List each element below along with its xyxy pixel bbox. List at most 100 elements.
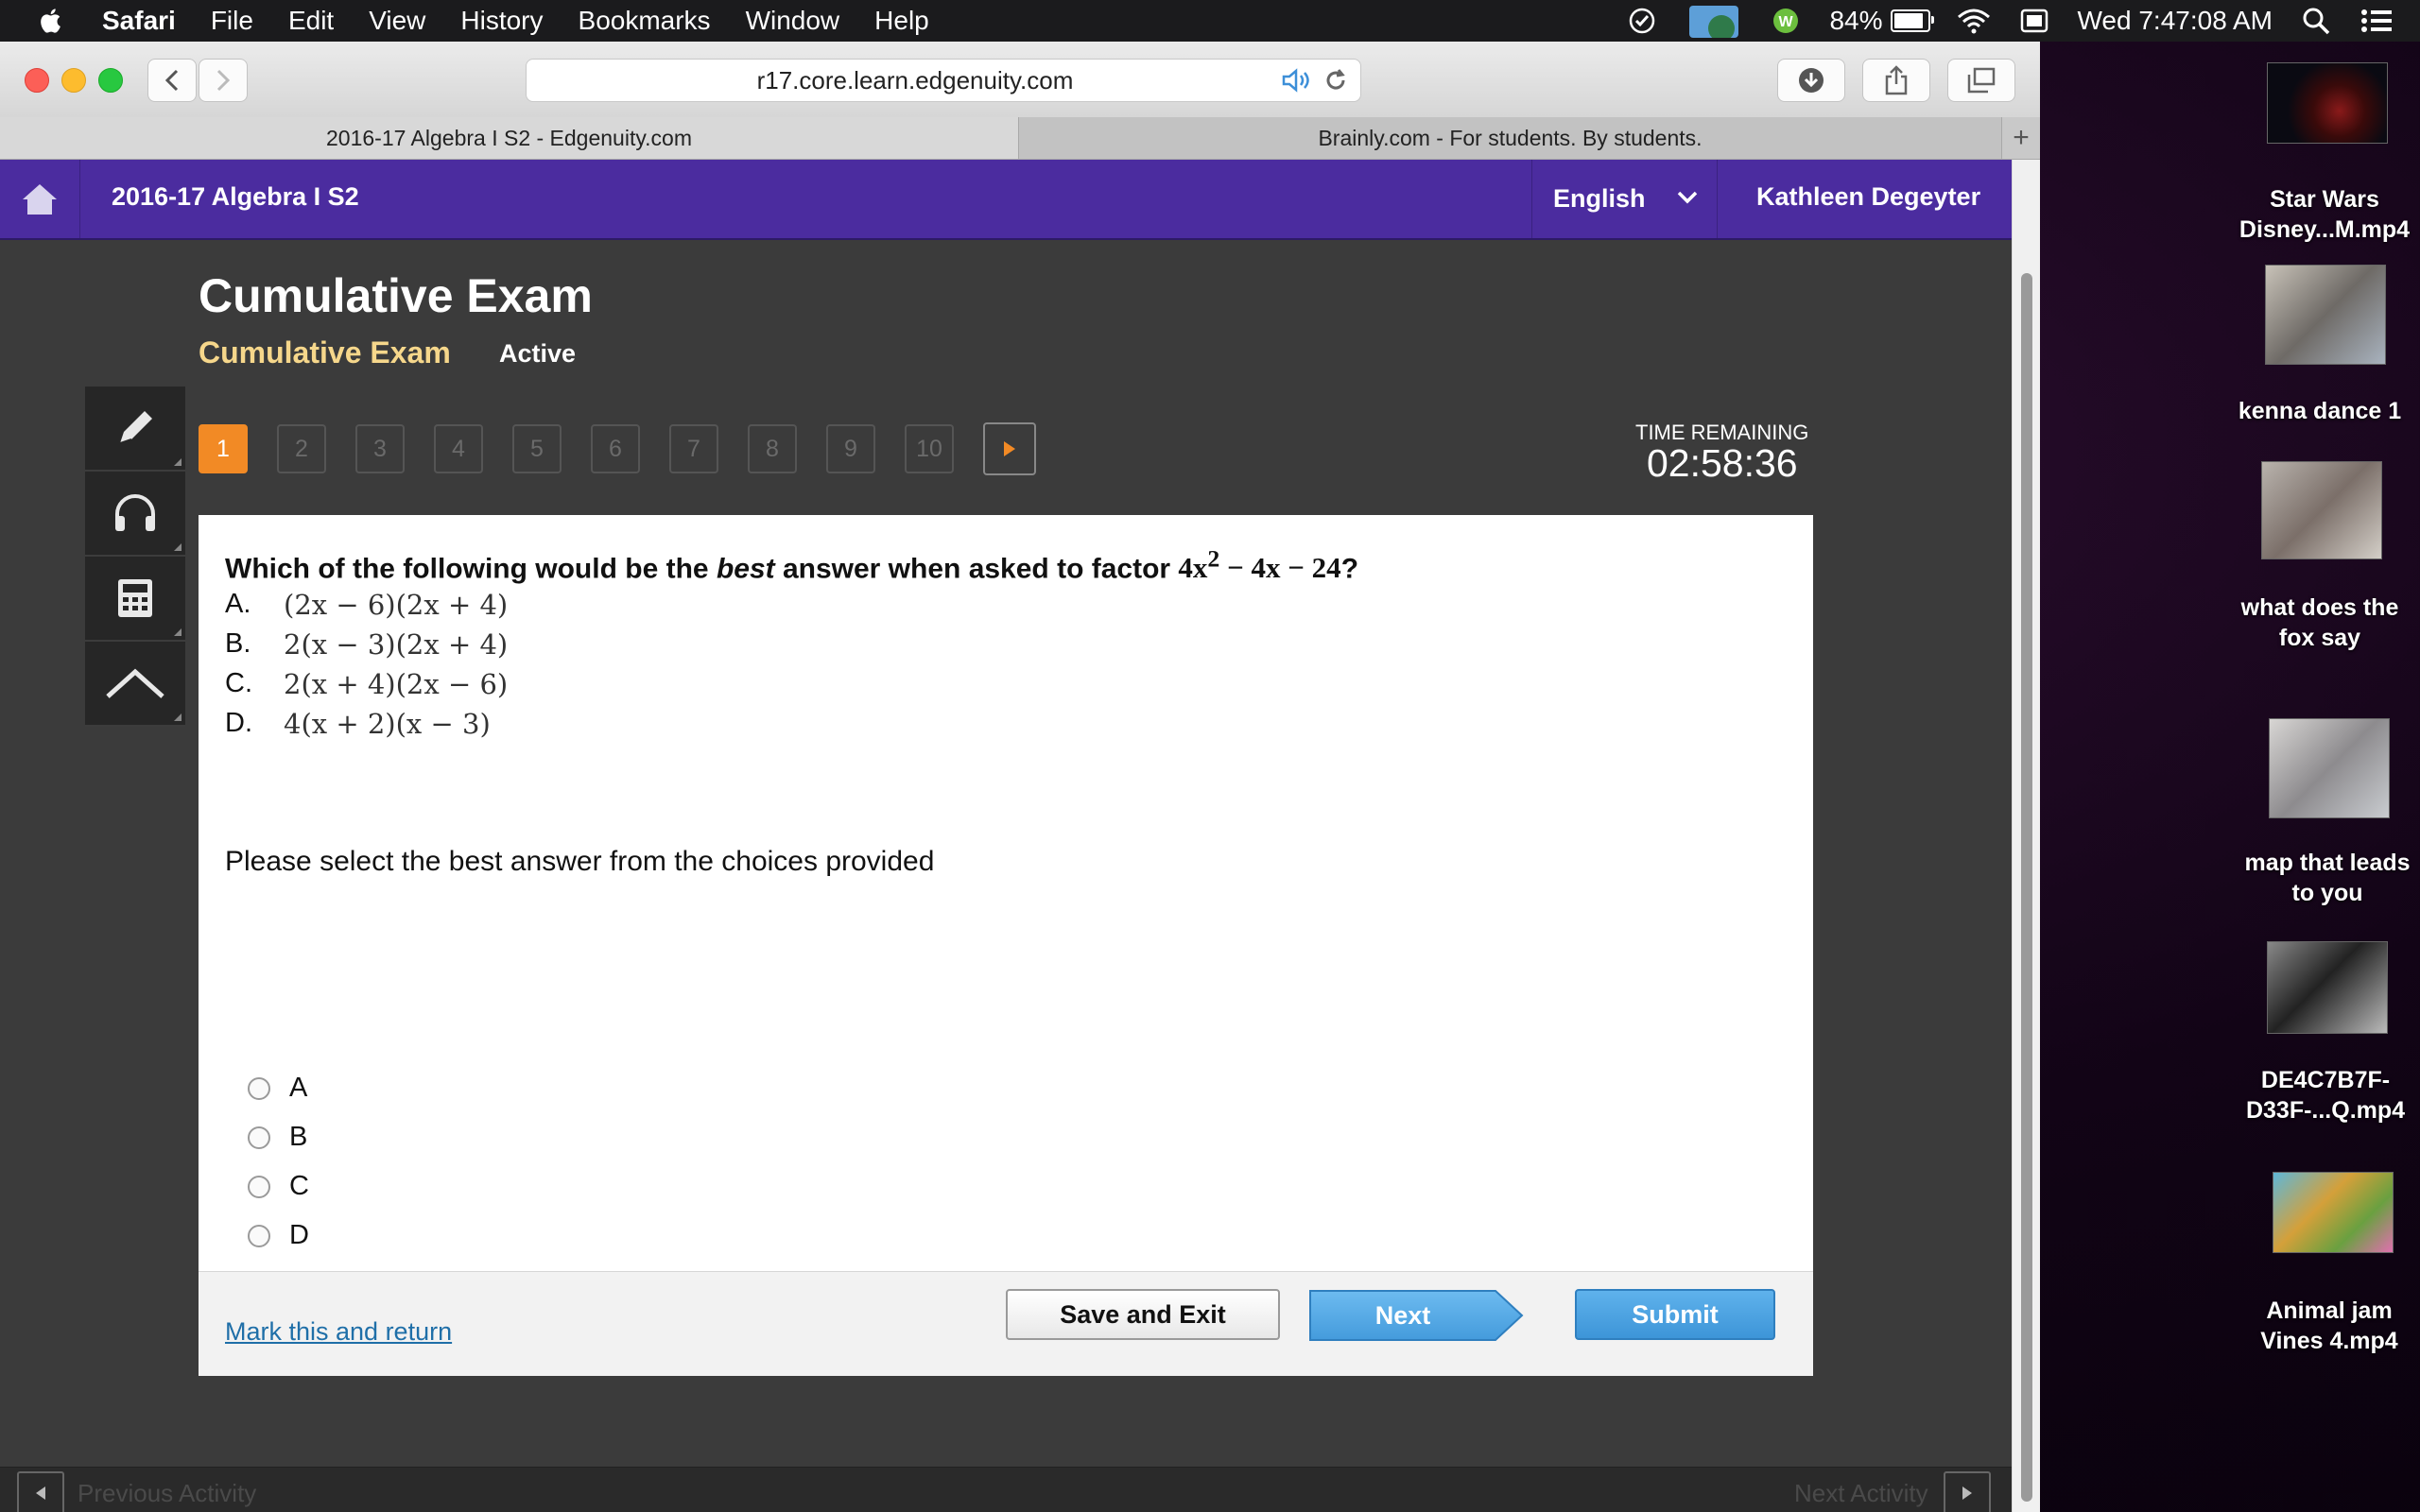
radio-d[interactable] bbox=[248, 1224, 270, 1247]
question-10-button[interactable]: 10 bbox=[905, 424, 954, 473]
desktop-file-fox-say[interactable]: what does the fox say bbox=[2225, 593, 2414, 653]
previous-activity-label[interactable]: Previous Activity bbox=[78, 1479, 256, 1508]
checkmark-status-icon[interactable] bbox=[1625, 8, 1659, 34]
next-questions-button[interactable] bbox=[983, 422, 1036, 475]
question-7-button[interactable]: 7 bbox=[669, 424, 718, 473]
user-name[interactable]: Kathleen Degeyter bbox=[1756, 182, 1980, 212]
desktop-file-thumbnail[interactable] bbox=[2273, 1172, 2394, 1253]
desktop-file-thumbnail[interactable] bbox=[2261, 461, 2382, 559]
desktop-file-map-that-leads[interactable]: map that leads to you bbox=[2233, 848, 2420, 908]
battery-icon[interactable] bbox=[1890, 9, 1934, 32]
desktop-file-thumbnail[interactable] bbox=[2267, 62, 2388, 144]
menu-app-name[interactable]: Safari bbox=[102, 6, 176, 36]
option-label[interactable]: B bbox=[289, 1122, 307, 1153]
desktop-file-kenna-dance[interactable]: kenna dance 1 bbox=[2225, 396, 2414, 426]
scrollbar-thumb[interactable] bbox=[2021, 273, 2032, 1502]
option-b[interactable]: B bbox=[229, 1122, 307, 1153]
menu-history[interactable]: History bbox=[460, 6, 543, 36]
w-app-icon[interactable]: W bbox=[1769, 8, 1803, 34]
next-activity-label[interactable]: Next Activity bbox=[1794, 1479, 1928, 1508]
notification-center-icon[interactable] bbox=[2360, 8, 2394, 34]
next-button[interactable]: Next bbox=[1308, 1289, 1526, 1342]
wifi-icon[interactable] bbox=[1957, 8, 1991, 34]
question-4-button[interactable]: 4 bbox=[434, 424, 483, 473]
menubar-clock[interactable]: Wed 7:47:08 AM bbox=[2078, 6, 2273, 36]
new-tab-button[interactable]: + bbox=[2002, 117, 2040, 159]
save-and-exit-button[interactable]: Save and Exit bbox=[1006, 1289, 1280, 1340]
calculator-tool-button[interactable] bbox=[85, 557, 185, 642]
zoom-window-button[interactable] bbox=[98, 68, 123, 93]
radio-b[interactable] bbox=[248, 1125, 270, 1149]
option-a[interactable]: A bbox=[229, 1073, 307, 1104]
option-label[interactable]: A bbox=[289, 1073, 307, 1104]
question-8-button[interactable]: 8 bbox=[748, 424, 797, 473]
option-d[interactable]: D bbox=[229, 1220, 309, 1251]
radio-c[interactable] bbox=[248, 1175, 270, 1198]
triangle-left-icon bbox=[36, 1486, 45, 1500]
next-activity-button[interactable] bbox=[1944, 1471, 1991, 1512]
submit-button[interactable]: Submit bbox=[1575, 1289, 1775, 1340]
question-5-button[interactable]: 5 bbox=[512, 424, 562, 473]
question-1-button[interactable]: 1 bbox=[199, 424, 248, 473]
menu-file[interactable]: File bbox=[211, 6, 253, 36]
chevron-left-icon bbox=[164, 69, 179, 92]
choice-letter: D. bbox=[225, 708, 252, 738]
question-9-button[interactable]: 9 bbox=[826, 424, 875, 473]
apple-icon[interactable] bbox=[38, 7, 66, 35]
home-button[interactable] bbox=[0, 160, 80, 238]
back-button[interactable] bbox=[147, 59, 197, 102]
question-6-button[interactable]: 6 bbox=[591, 424, 640, 473]
minimize-window-button[interactable] bbox=[61, 68, 86, 93]
page-scrollbar[interactable] bbox=[2012, 160, 2040, 1512]
menu-window[interactable]: Window bbox=[746, 6, 840, 36]
tab-brainly[interactable]: Brainly.com - For students. By students. bbox=[1019, 117, 2002, 159]
answer-prompt: Please select the best answer from the c… bbox=[225, 846, 935, 877]
audio-tool-button[interactable] bbox=[85, 472, 185, 557]
tab-edgenuity[interactable]: 2016-17 Algebra I S2 - Edgenuity.com bbox=[0, 117, 1019, 159]
speaker-icon[interactable] bbox=[1281, 67, 1313, 94]
spotlight-search-icon[interactable] bbox=[2299, 8, 2333, 35]
option-c[interactable]: C bbox=[229, 1171, 309, 1202]
choice-expression: (2x − 6)(2x + 4) bbox=[284, 589, 509, 621]
battery-percentage: 84% bbox=[1829, 6, 1883, 35]
caret-up-icon bbox=[106, 668, 164, 698]
downloads-button[interactable] bbox=[1777, 59, 1845, 102]
url-text: r17.core.learn.edgenuity.com bbox=[756, 65, 1074, 94]
option-label[interactable]: D bbox=[289, 1220, 309, 1251]
desktop-file-thumbnail[interactable] bbox=[2265, 265, 2386, 365]
home-icon bbox=[23, 183, 57, 215]
question-2-button[interactable]: 2 bbox=[277, 424, 326, 473]
reference-tool-button[interactable] bbox=[85, 642, 185, 727]
reload-icon[interactable] bbox=[1322, 67, 1349, 94]
notes-tool-button[interactable] bbox=[85, 387, 185, 472]
activity-status: Active bbox=[499, 339, 577, 368]
question-3-button[interactable]: 3 bbox=[355, 424, 405, 473]
language-selector[interactable]: English bbox=[1531, 160, 1718, 238]
share-button[interactable] bbox=[1862, 59, 1930, 102]
previous-activity-button[interactable] bbox=[17, 1471, 64, 1512]
desktop-file-star-wars[interactable]: Star Wars Disney...M.mp4 bbox=[2230, 184, 2419, 245]
desktop-file-thumbnail[interactable] bbox=[2267, 941, 2388, 1034]
file-name-line2: Disney...M.mp4 bbox=[2238, 216, 2411, 243]
mark-and-return-link[interactable]: Mark this and return bbox=[225, 1317, 452, 1347]
radio-a[interactable] bbox=[248, 1076, 270, 1100]
choice-expression: 2(x − 3)(2x + 4) bbox=[284, 628, 509, 661]
course-title[interactable]: 2016-17 Algebra I S2 bbox=[112, 182, 359, 212]
menu-bookmarks[interactable]: Bookmarks bbox=[579, 6, 711, 36]
menu-edit[interactable]: Edit bbox=[288, 6, 334, 36]
file-name-line1: kenna dance 1 bbox=[2238, 398, 2402, 424]
tools-panel bbox=[85, 387, 185, 727]
cloud-app-icon[interactable] bbox=[1685, 6, 1742, 38]
show-tabs-button[interactable] bbox=[1947, 59, 2015, 102]
option-label[interactable]: C bbox=[289, 1171, 309, 1202]
menu-view[interactable]: View bbox=[369, 6, 425, 36]
forward-button[interactable] bbox=[199, 59, 248, 102]
input-menu-icon[interactable] bbox=[2017, 8, 2051, 34]
address-bar[interactable]: r17.core.learn.edgenuity.com bbox=[526, 59, 1361, 102]
menu-help[interactable]: Help bbox=[874, 6, 929, 36]
choice-expression: 2(x + 4)(2x − 6) bbox=[284, 668, 509, 700]
desktop-file-thumbnail[interactable] bbox=[2269, 718, 2390, 818]
desktop-file-animal-jam[interactable]: Animal jam Vines 4.mp4 bbox=[2235, 1296, 2420, 1356]
desktop-file-de4c7b7f[interactable]: DE4C7B7F- D33F-...Q.mp4 bbox=[2231, 1065, 2420, 1125]
close-window-button[interactable] bbox=[25, 68, 49, 93]
